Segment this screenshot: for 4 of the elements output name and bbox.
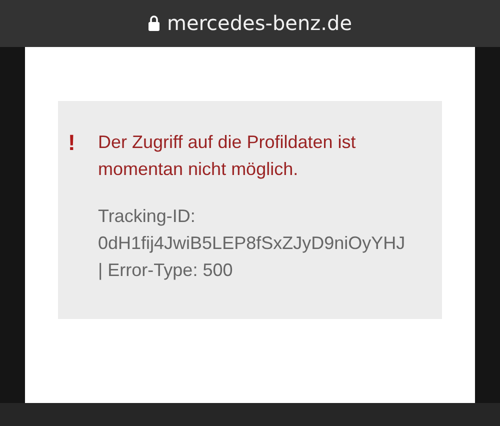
url-text[interactable]: mercedes-benz.de: [166, 10, 352, 34]
error-details: Tracking-ID: 0dH1fij4JwiB5LEP8fSxZJyD9niOyYHJ | Error-Type: 500: [98, 205, 406, 282]
error-message: Der Zugriff auf die Profildaten ist momentan nicht möglich.: [98, 131, 357, 181]
exclamation-icon: !: [66, 129, 98, 319]
